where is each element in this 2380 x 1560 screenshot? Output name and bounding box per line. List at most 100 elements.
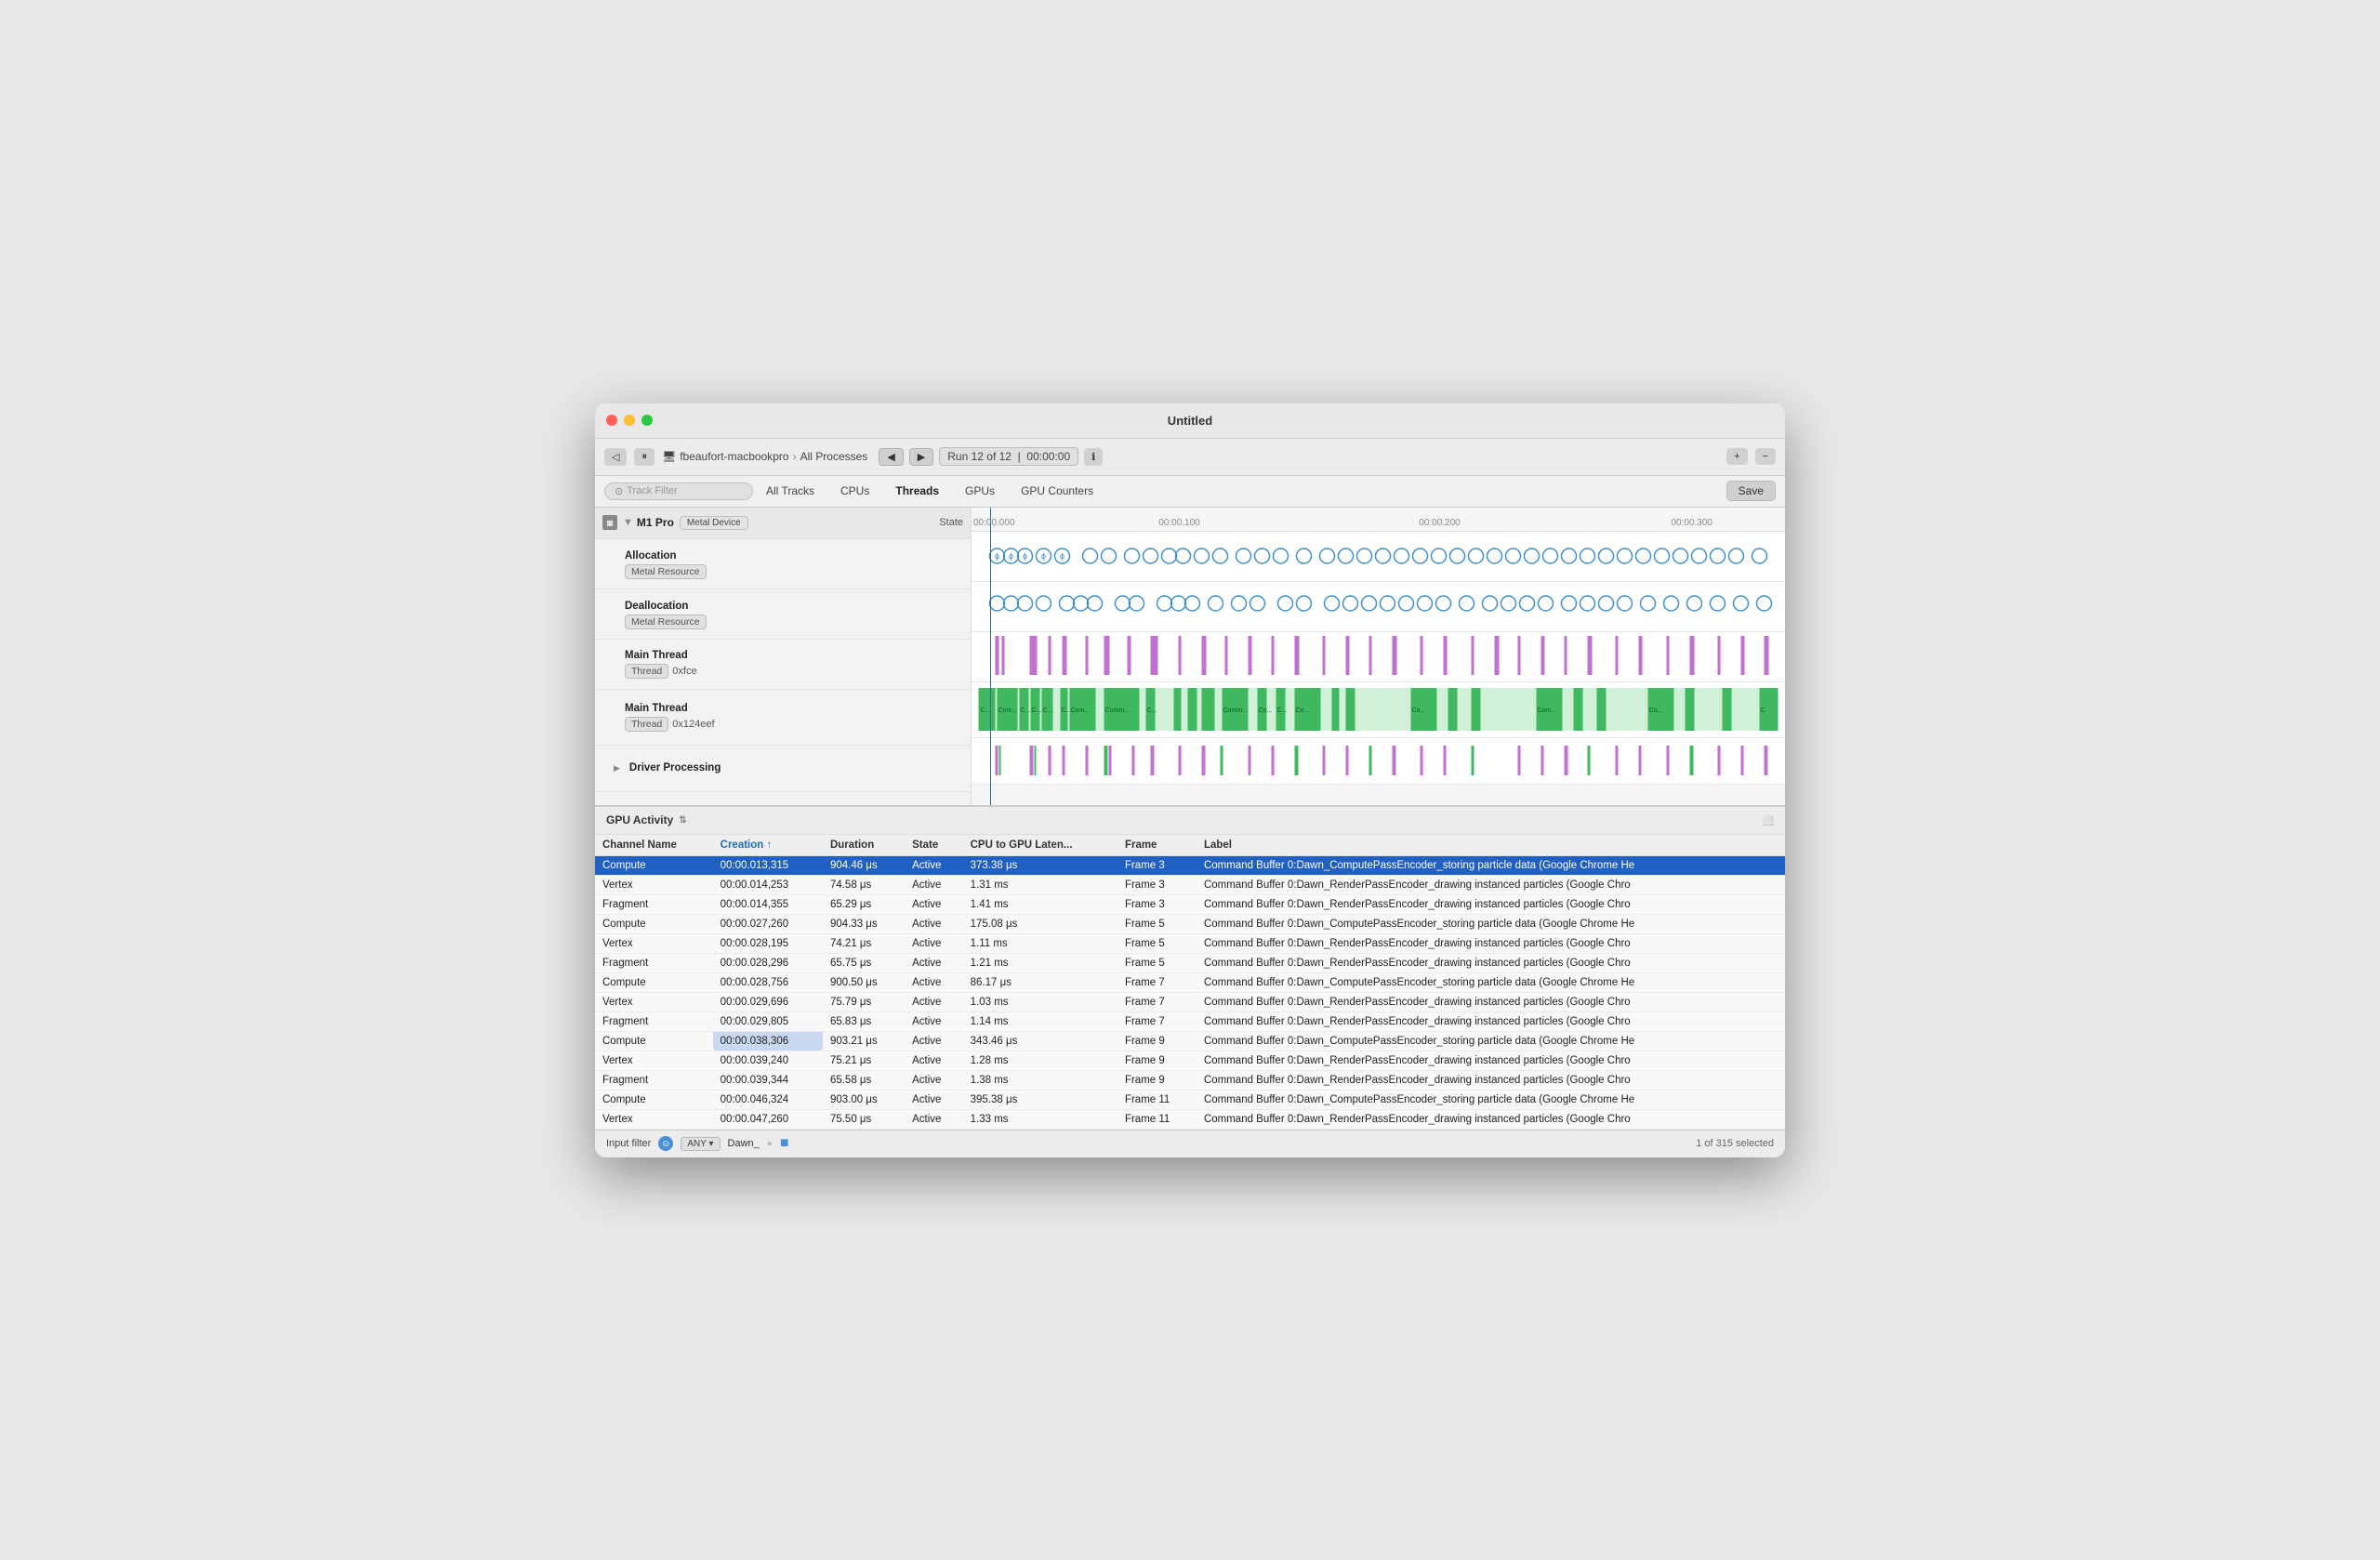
deallocation-vis — [972, 582, 1785, 625]
main-thread-2-vis: C... Com... C... C... C... C... Com... C… — [972, 682, 1785, 736]
allocation-badge: Metal Resource — [625, 564, 707, 579]
svg-text:ϕ: ϕ — [1009, 551, 1013, 561]
track-vis-main-thread-2: C... Com... C... C... C... C... Com... C… — [972, 682, 1785, 738]
filter-toggle[interactable]: ■ — [780, 1135, 789, 1152]
col-frame[interactable]: Frame — [1117, 835, 1197, 856]
svg-text:Com...: Com... — [998, 707, 1018, 714]
tab-threads[interactable]: Threads — [882, 481, 952, 501]
collapse-btn[interactable]: ⬜ — [1763, 813, 1774, 826]
track-vis-deallocation — [972, 582, 1785, 632]
prev-run-button[interactable]: ◀ — [879, 448, 903, 466]
info-button[interactable]: ℹ — [1084, 448, 1103, 466]
svg-text:ϕ: ϕ — [995, 551, 999, 561]
svg-text:C: C — [1761, 707, 1765, 714]
col-duration[interactable]: Duration — [823, 835, 905, 856]
thread-badge-2: Thread — [625, 717, 668, 732]
pause-button[interactable]: ⏸ — [634, 448, 654, 466]
svg-text:ϕ: ϕ — [1023, 551, 1027, 561]
separator-icon: › — [793, 450, 797, 463]
tab-gpu-counters[interactable]: GPU Counters — [1008, 481, 1106, 501]
allocation-vis: ϕϕϕ ϕϕ — [975, 537, 1781, 575]
process-name: All Processes — [800, 450, 868, 463]
svg-text:Co...: Co... — [1296, 707, 1310, 714]
table-row[interactable]: Vertex00:00.039,24075.21 μsActive1.28 ms… — [595, 1051, 1785, 1070]
device-name: fbeaufort-macbookpro — [680, 450, 788, 463]
table-header-row: Channel Name Creation ↑ Duration State C… — [595, 835, 1785, 856]
traffic-lights — [606, 415, 653, 426]
minimize-button[interactable] — [624, 415, 635, 426]
table-body: Compute00:00.013,315904.46 μsActive373.3… — [595, 855, 1785, 1129]
gpu-activity-section: GPU Activity ⇅ ⬜ Channel Name Creation ↑… — [595, 805, 1785, 1130]
filter-any[interactable]: ANY ▾ — [681, 1137, 720, 1151]
sort-icon: ⇅ — [679, 815, 686, 826]
filter-badge[interactable]: ⊙ — [658, 1136, 673, 1151]
state-header: State — [939, 517, 963, 528]
table-row[interactable]: Compute00:00.038,306903.21 μsActive343.4… — [595, 1031, 1785, 1051]
table-row[interactable]: Fragment00:00.039,34465.58 μsActive1.38 … — [595, 1070, 1785, 1090]
gpu-table[interactable]: Channel Name Creation ↑ Duration State C… — [595, 835, 1785, 1130]
svg-text:Co...: Co... — [1649, 707, 1663, 714]
table-row[interactable]: Compute00:00.028,756900.50 μsActive86.17… — [595, 972, 1785, 992]
tab-gpus[interactable]: GPUs — [952, 481, 1008, 501]
search-placeholder: Track Filter — [627, 485, 678, 496]
device-info: 🖥 fbeaufort-macbookpro › All Processes — [662, 450, 867, 463]
timeline-ruler: 00:00.000 00:00.100 00:00.200 00:00.300 — [972, 508, 1785, 532]
grid-icon: ▦ — [602, 515, 617, 530]
add-button[interactable]: + — [1726, 448, 1747, 465]
table-row[interactable]: Vertex00:00.047,26075.50 μsActive1.33 ms… — [595, 1109, 1785, 1129]
activity-table: Channel Name Creation ↑ Duration State C… — [595, 835, 1785, 1130]
table-row[interactable]: Vertex00:00.014,25374.58 μsActive1.31 ms… — [595, 875, 1785, 894]
run-info: Run 12 of 12 | 00:00:00 — [939, 447, 1078, 466]
table-row[interactable]: Compute00:00.027,260904.33 μsActive175.0… — [595, 914, 1785, 933]
next-run-button[interactable]: ▶ — [909, 448, 933, 466]
remove-button[interactable]: − — [1755, 448, 1776, 465]
back-icon: ◁ — [612, 451, 619, 463]
svg-text:Comm...: Comm... — [1105, 707, 1130, 714]
col-label[interactable]: Label — [1197, 835, 1785, 856]
thread-addr-2: 0x124eef — [672, 719, 714, 730]
svg-text:C...: C... — [1147, 707, 1157, 714]
table-row[interactable]: Fragment00:00.029,80565.83 μsActive1.14 … — [595, 1011, 1785, 1031]
track-row-main-thread-2: Main Thread Thread 0x124eef — [595, 690, 971, 746]
save-button[interactable]: Save — [1726, 481, 1776, 501]
table-row[interactable]: Vertex00:00.028,19574.21 μsActive1.11 ms… — [595, 933, 1785, 953]
col-state[interactable]: State — [905, 835, 963, 856]
ruler-mark-3: 00:00.300 — [1672, 518, 1713, 528]
main-thread-1-label: Main Thread — [625, 650, 697, 661]
nav-tabs: ⊙ Track Filter All Tracks CPUs Threads G… — [595, 476, 1785, 508]
table-row[interactable]: Fragment00:00.028,29665.75 μsActive1.21 … — [595, 953, 1785, 972]
back-button[interactable]: ◁ — [604, 448, 627, 466]
table-row[interactable]: Compute00:00.046,324903.00 μsActive395.3… — [595, 1090, 1785, 1109]
track-vis-main-thread-1 — [972, 632, 1785, 682]
filter-text: Dawn_ — [728, 1138, 760, 1149]
search-icon: ⊙ — [615, 485, 623, 497]
tab-all-tracks[interactable]: All Tracks — [753, 481, 827, 501]
bottom-bar: Input filter ⊙ ANY ▾ Dawn_ ● ■ 1 of 315 … — [595, 1130, 1785, 1157]
table-row[interactable]: Compute00:00.013,315904.46 μsActive373.3… — [595, 855, 1785, 875]
chevron-icon: ▼ — [623, 517, 633, 528]
toolbar-right: + − — [1726, 448, 1776, 465]
gpu-activity-title: GPU Activity — [606, 813, 673, 826]
timeline-area: 00:00.000 00:00.100 00:00.200 00:00.300 — [972, 508, 1785, 805]
input-filter-label: Input filter — [606, 1138, 651, 1149]
table-row[interactable]: Vertex00:00.029,69675.79 μsActive1.03 ms… — [595, 992, 1785, 1011]
svg-text:Comm...: Comm... — [1223, 707, 1249, 714]
table-row[interactable]: Fragment00:00.014,35565.29 μsActive1.41 … — [595, 894, 1785, 914]
svg-text:Com...: Com... — [1538, 707, 1557, 714]
svg-text:C...: C... — [1032, 707, 1042, 714]
col-latency[interactable]: CPU to GPU Laten... — [963, 835, 1117, 856]
track-row-driver: ▶ Driver Processing — [595, 746, 971, 792]
search-box[interactable]: ⊙ Track Filter — [604, 483, 753, 500]
driver-label: Driver Processing — [629, 762, 721, 773]
close-button[interactable] — [606, 415, 617, 426]
svg-text:Co...: Co... — [1259, 707, 1273, 714]
svg-text:C...: C... — [1021, 707, 1031, 714]
driver-expand-icon[interactable]: ▶ — [614, 763, 620, 773]
maximize-button[interactable] — [641, 415, 653, 426]
svg-text:ϕ: ϕ — [1041, 551, 1046, 561]
track-vis-driver — [972, 738, 1785, 785]
col-creation[interactable]: Creation ↑ — [713, 835, 823, 856]
col-channel[interactable]: Channel Name — [595, 835, 713, 856]
tab-cpus[interactable]: CPUs — [827, 481, 882, 501]
svg-text:Co...: Co... — [1412, 707, 1426, 714]
